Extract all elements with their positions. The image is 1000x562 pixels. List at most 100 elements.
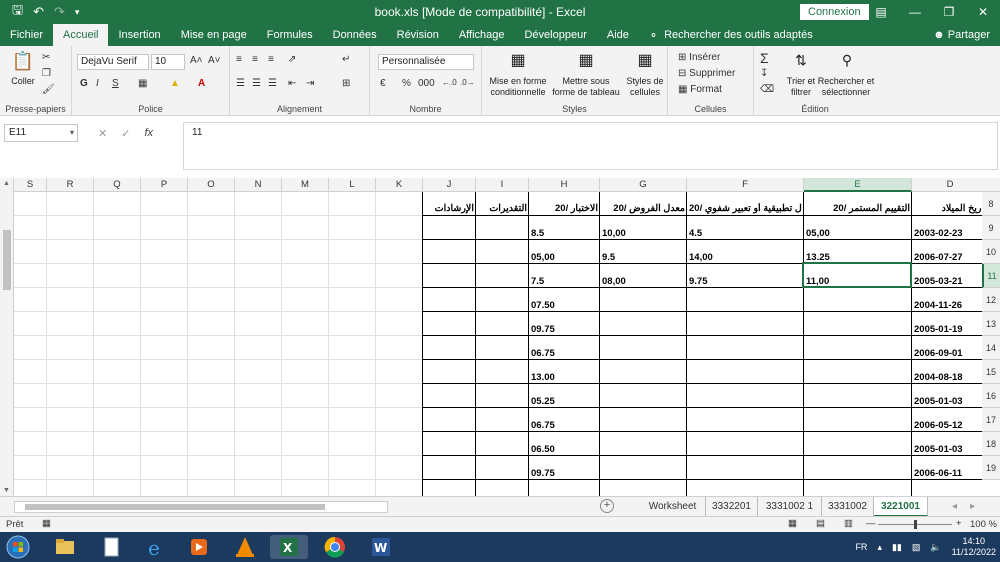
cell-d13[interactable]: 2005-01-19 <box>914 324 982 335</box>
cell-f8[interactable]: أعمال تطبيقية أو تعبير شفوي /20 <box>689 203 802 214</box>
page-break-view-icon[interactable]: ▥ <box>844 518 853 529</box>
add-sheet-icon[interactable]: + <box>600 499 614 513</box>
cell-h15[interactable]: 13.00 <box>531 372 598 383</box>
tab-file[interactable]: Fichier <box>0 24 53 46</box>
decrease-indent-icon[interactable]: ⇤ <box>288 78 296 89</box>
scroll-down-icon[interactable]: ▼ <box>3 487 10 494</box>
paste-icon[interactable]: 📋 <box>8 50 38 72</box>
delete-cells-button[interactable]: ⊟ Supprimer <box>678 68 735 79</box>
sheet-tab[interactable]: 3331002 <box>822 497 874 517</box>
cell-d12[interactable]: 2004-11-26 <box>914 300 982 311</box>
customize-qat-icon[interactable]: ▾ <box>75 7 80 18</box>
internet-explorer-icon[interactable]: e <box>136 535 174 560</box>
vertical-scrollbar[interactable]: ▲ ▼ <box>0 178 14 496</box>
undo-icon[interactable]: ↶ <box>33 4 44 20</box>
network-icon[interactable]: ▮▮ <box>892 542 902 553</box>
cell-h17[interactable]: 06.75 <box>531 420 598 431</box>
cell-g10[interactable]: 9.5 <box>602 252 685 263</box>
cell-h13[interactable]: 09.75 <box>531 324 598 335</box>
tab-developer[interactable]: Développeur <box>514 24 596 46</box>
format-as-table-button[interactable]: Mettre sous forme de tableau <box>550 76 622 98</box>
sheet-tab-active[interactable]: 3221001 <box>874 497 928 517</box>
column-header-g[interactable]: G <box>600 178 687 192</box>
document-icon[interactable] <box>92 535 130 559</box>
volume-icon[interactable]: 🔈 <box>930 542 941 553</box>
clear-icon[interactable]: ⌫ <box>760 84 774 95</box>
normal-view-icon[interactable]: ▦ <box>788 518 797 529</box>
select-all-corner[interactable] <box>982 178 1000 192</box>
battery-icon[interactable]: ▧ <box>912 542 921 553</box>
vlc-icon[interactable] <box>226 535 264 559</box>
align-bottom-icon[interactable]: ≡ <box>268 54 274 65</box>
cell-g9[interactable]: 10,00 <box>602 228 685 239</box>
excel-taskbar-icon[interactable]: X <box>270 535 308 559</box>
cell-h16[interactable]: 05.25 <box>531 396 598 407</box>
chrome-icon[interactable] <box>316 535 354 559</box>
copy-icon[interactable]: ❐ <box>42 68 51 79</box>
column-header-l[interactable]: L <box>329 178 376 192</box>
column-header-d[interactable]: D <box>912 178 989 192</box>
fill-icon[interactable]: ↧ <box>760 68 768 79</box>
zoom-level[interactable]: 100 % <box>970 519 997 530</box>
row-header-9[interactable]: 9 <box>982 216 1000 240</box>
tab-view[interactable]: Affichage <box>449 24 515 46</box>
row-header-15[interactable]: 15 <box>982 360 1000 384</box>
scroll-tabs-right-icon[interactable]: ▸ <box>970 501 975 512</box>
column-header-r[interactable]: R <box>47 178 94 192</box>
horizontal-scrollbar[interactable] <box>14 501 388 513</box>
hscroll-thumb[interactable] <box>25 504 325 510</box>
row-header-13[interactable]: 13 <box>982 312 1000 336</box>
sheet-tab[interactable]: 3331002 1 <box>758 497 822 517</box>
tab-data[interactable]: Données <box>323 24 387 46</box>
clock[interactable]: 14:10 11/12/2022 <box>952 536 996 558</box>
worksheet-grid[interactable]: تاريخ الميلاد التقييم المستمر /20 أعمال تط… <box>14 192 982 496</box>
row-header-12[interactable]: 12 <box>982 288 1000 312</box>
find-select-button[interactable]: Rechercher et sélectionner <box>816 76 876 98</box>
cell-h8[interactable]: الاختبار /20 <box>531 203 598 214</box>
align-left-icon[interactable]: ☰ <box>236 78 245 89</box>
ribbon-display-icon[interactable]: ▤ <box>864 0 898 24</box>
tab-formulas[interactable]: Formules <box>257 24 323 46</box>
tray-arrow-icon[interactable]: ▴ <box>877 542 882 553</box>
scroll-tabs-left-icon[interactable]: ◂ <box>952 501 957 512</box>
cell-h9[interactable]: 8.5 <box>531 228 598 239</box>
cell-d17[interactable]: 2006-05-12 <box>914 420 982 431</box>
cell-d10[interactable]: 2006-07-27 <box>914 252 982 263</box>
cell-d19[interactable]: 2006-06-11 <box>914 468 982 479</box>
cell-h14[interactable]: 06.75 <box>531 348 598 359</box>
column-header-e[interactable]: E <box>804 178 912 192</box>
close-button[interactable]: ✕ <box>966 0 1000 24</box>
tab-help[interactable]: Aide <box>597 24 639 46</box>
tab-page-layout[interactable]: Mise en page <box>171 24 257 46</box>
underline-icon[interactable]: S <box>112 78 119 89</box>
cell-f10[interactable]: 14,00 <box>689 252 802 263</box>
font-name-select[interactable]: DejaVu Serif <box>77 54 149 70</box>
number-format-select[interactable]: Personnalisée <box>378 54 474 70</box>
comma-style-icon[interactable]: 000 <box>418 78 435 89</box>
tab-insert[interactable]: Insertion <box>108 24 170 46</box>
wrap-text-icon[interactable]: ↵ <box>342 54 350 65</box>
decrease-decimal-icon[interactable]: .0→ <box>460 78 475 87</box>
row-header-18[interactable]: 18 <box>982 432 1000 456</box>
row-header-16[interactable]: 16 <box>982 384 1000 408</box>
cell-h10[interactable]: 05,00 <box>531 252 598 263</box>
tab-review[interactable]: Révision <box>387 24 449 46</box>
column-header-o[interactable]: O <box>188 178 235 192</box>
format-painter-icon[interactable]: 🖌 <box>42 84 55 95</box>
cell-d14[interactable]: 2006-09-01 <box>914 348 982 359</box>
column-header-j[interactable]: J <box>423 178 476 192</box>
fill-color-icon[interactable]: ▲ <box>170 78 180 89</box>
confirm-icon[interactable]: ✓ <box>121 127 130 140</box>
language-indicator[interactable]: FR <box>855 542 867 552</box>
align-top-icon[interactable]: ≡ <box>236 54 242 65</box>
accounting-format-icon[interactable]: € <box>380 78 386 89</box>
conditional-format-button[interactable]: Mise en forme conditionnelle <box>488 76 548 98</box>
sort-filter-button[interactable]: Trier et filtrer <box>784 76 818 98</box>
cell-styles-button[interactable]: Styles de cellules <box>624 76 666 98</box>
column-header-s[interactable]: S <box>14 178 47 192</box>
start-button[interactable] <box>4 535 36 559</box>
column-header-h[interactable]: H <box>529 178 600 192</box>
formula-input[interactable]: 11 <box>183 122 998 170</box>
page-layout-view-icon[interactable]: ▤ <box>816 518 825 529</box>
insert-function-icon[interactable]: fx <box>144 127 153 139</box>
